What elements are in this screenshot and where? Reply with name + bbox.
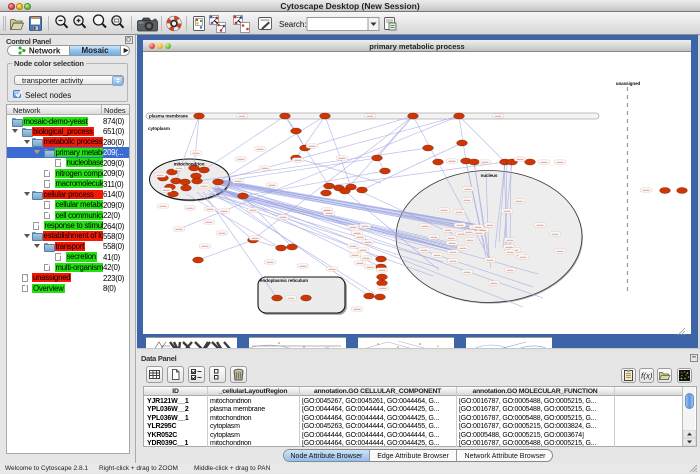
svg-text:endoplasmic reticulum: endoplasmic reticulum: [260, 278, 308, 283]
svg-text:cytoplasm: cytoplasm: [148, 126, 170, 131]
svg-text:unassigned: unassigned: [616, 81, 641, 86]
svg-text:nucleus: nucleus: [481, 173, 498, 178]
svg-text:f(x): f(x): [641, 372, 653, 381]
svg-text:mitochondrion: mitochondrion: [174, 162, 205, 167]
svg-text:Search:: Search:: [279, 20, 307, 29]
svg-text:plasma membrane: plasma membrane: [149, 114, 188, 119]
